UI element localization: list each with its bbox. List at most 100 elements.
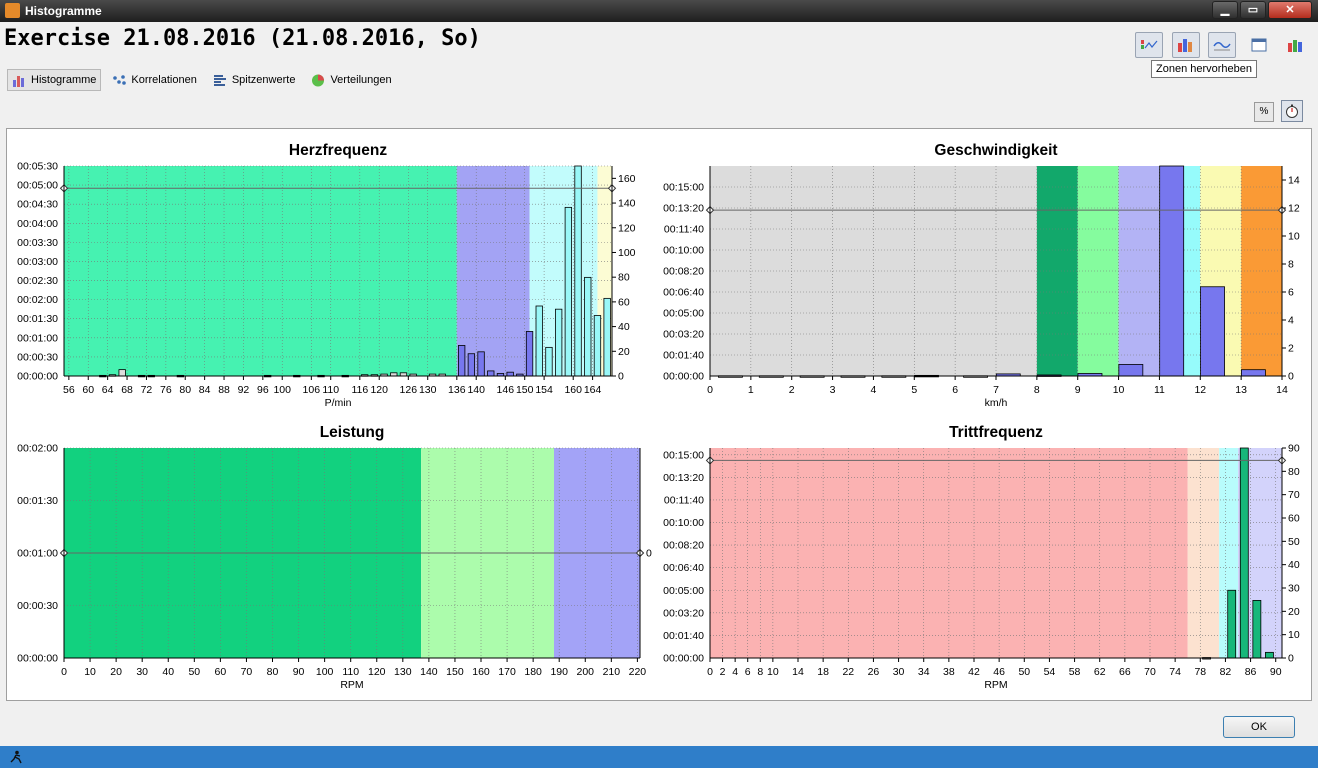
percent-toggle[interactable]: % — [1254, 102, 1274, 122]
y2-tick-label: 90 — [1288, 443, 1300, 455]
y2-tick-label: 80 — [1288, 466, 1300, 478]
histogram-bar — [1118, 364, 1144, 377]
tab-korrelationen[interactable]: Korrelationen — [107, 69, 201, 91]
x-tick-label: 8 — [1034, 384, 1040, 396]
ok-button[interactable]: OK — [1223, 716, 1295, 738]
x-tick-label: 42 — [968, 666, 980, 678]
x-tick-label: 1 — [748, 384, 754, 396]
y-tick-label: 00:00:00 — [17, 371, 58, 383]
x-tick-label: 2 — [720, 666, 726, 678]
histogram-charts: 00:00:00 00:00:30 00:01:00 00:01:30 00:02:00… — [17, 142, 1300, 691]
x-tick-label: 200 — [577, 666, 595, 678]
x-tick-label: 14 — [792, 666, 804, 678]
x-tick-label: 70 — [241, 666, 253, 678]
bar-chart-button[interactable] — [1281, 32, 1309, 58]
tab-histogramme[interactable]: Histogramme — [7, 69, 102, 91]
y2-tick-label: 0 — [646, 548, 652, 560]
x-tick-label: 96 — [257, 384, 269, 396]
y-tick-label: 00:01:00 — [17, 548, 58, 560]
x-tick-label: 5 — [911, 384, 917, 396]
y-tick-label: 00:06:40 — [663, 562, 704, 574]
y2-tick-label: 60 — [618, 296, 630, 308]
smooth-curve-button[interactable] — [1208, 32, 1236, 58]
y-tick-label: 00:03:00 — [17, 256, 58, 268]
y2-tick-label: 160 — [618, 173, 636, 185]
x-tick-label: 120 — [370, 384, 388, 396]
y-tick-label: 00:05:00 — [17, 180, 58, 192]
x-tick-label: 130 — [394, 666, 412, 678]
y-tick-label: 00:01:00 — [17, 332, 58, 344]
x-tick-label: 4 — [732, 666, 738, 678]
y2-tick-label: 120 — [618, 222, 636, 234]
y-tick-label: 00:04:30 — [17, 199, 58, 211]
y-tick-label: 00:11:40 — [664, 494, 704, 506]
y2-tick-label: 30 — [1288, 583, 1300, 595]
histogram-bar — [467, 353, 476, 377]
zone-band — [64, 166, 457, 376]
minimize-button[interactable]: ▁ — [1212, 1, 1238, 19]
y-tick-label: 00:00:00 — [17, 653, 58, 665]
maximize-button[interactable]: ▭ — [1240, 1, 1266, 19]
histogram-bar — [555, 308, 563, 377]
histogram-bar — [506, 371, 514, 377]
pie-chart-icon — [312, 74, 325, 86]
x-tick-label: 2 — [789, 384, 795, 396]
y-tick-label: 00:01:40 — [663, 350, 704, 362]
y2-tick-label: 60 — [1288, 513, 1300, 525]
y2-tick-label: 0 — [1288, 653, 1294, 665]
x-tick-label: 12 — [1194, 384, 1206, 396]
x-tick-label: 100 — [273, 384, 291, 396]
tab-verteilungen[interactable]: Verteilungen — [306, 69, 396, 91]
y-tick-label: 00:13:20 — [663, 472, 704, 484]
y2-tick-label: 0 — [618, 371, 624, 383]
x-tick-label: 11 — [1154, 384, 1165, 396]
y-tick-label: 00:02:00 — [17, 294, 58, 306]
histogram-bar — [1265, 651, 1274, 659]
x-tick-label: 8 — [757, 666, 763, 678]
x-tick-label: 210 — [603, 666, 621, 678]
x-tick-label: 7 — [993, 384, 999, 396]
y2-tick-label: 70 — [1288, 489, 1300, 501]
tab-label: Histogramme — [31, 74, 97, 86]
x-tick-label: 14 — [1276, 384, 1288, 396]
chart-0: 00:00:00 00:00:30 00:01:00 00:01:30 00:02:00… — [17, 142, 636, 409]
app-icon — [5, 3, 20, 18]
x-tick-label: 30 — [136, 666, 148, 678]
histogram-bar — [477, 351, 485, 377]
x-tick-label: 34 — [918, 666, 930, 678]
y-tick-label: 00:15:00 — [663, 182, 704, 194]
y-tick-label: 00:10:00 — [663, 517, 704, 529]
x-tick-label: 80 — [179, 384, 191, 396]
page-title: Exercise 21.08.2016 (21.08.2016, So) — [4, 26, 481, 51]
x-tick-label: 13 — [1235, 384, 1247, 396]
x-tick-label: 136 — [448, 384, 466, 396]
histogram-bar — [564, 206, 573, 377]
x-tick-label: 130 — [419, 384, 437, 396]
y2-tick-label: 4 — [1288, 315, 1294, 327]
tooltip: Zonen hervorheben — [1151, 60, 1258, 78]
y-tick-label: 00:03:20 — [663, 607, 704, 619]
x-tick-label: 72 — [141, 384, 153, 396]
x-tick-label: 140 — [420, 666, 438, 678]
y-tick-label: 00:03:20 — [663, 329, 704, 341]
zones-chart-icon — [1141, 40, 1158, 49]
histogram-bar — [458, 345, 466, 377]
highlight-zones-button[interactable] — [1172, 32, 1200, 58]
zones-chart-button[interactable] — [1135, 32, 1163, 58]
chart-2: 00:00:00 00:00:30 00:01:00 00:01:30 00:02:00… — [17, 424, 652, 691]
x-tick-label: 220 — [629, 666, 647, 678]
histogram-bar — [1200, 286, 1225, 377]
x-tick-label: 0 — [707, 666, 713, 678]
y-tick-label: 00:06:40 — [663, 287, 704, 299]
x-tick-label: 0 — [61, 666, 67, 678]
x-tick-label: 74 — [1169, 666, 1181, 678]
histogram-bar — [1241, 369, 1266, 377]
x-tick-label: 90 — [1270, 666, 1282, 678]
y2-tick-label: 8 — [1288, 259, 1294, 271]
time-toggle[interactable] — [1281, 100, 1303, 122]
histogram-bar — [525, 331, 534, 377]
close-button[interactable]: ✕ — [1268, 1, 1312, 19]
tab-spitzenwerte[interactable]: Spitzenwerte — [208, 69, 301, 91]
window-layout-button[interactable] — [1245, 32, 1273, 58]
histogram-bar — [603, 297, 611, 377]
